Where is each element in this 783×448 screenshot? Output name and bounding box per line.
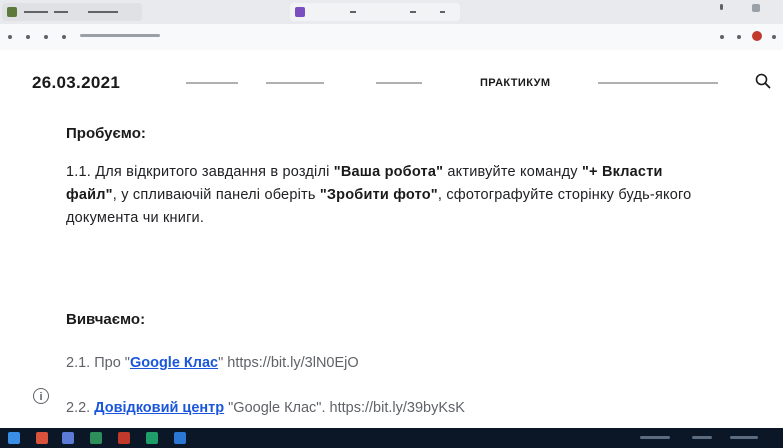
reload-icon[interactable] xyxy=(44,35,48,39)
profile-avatar-icon[interactable] xyxy=(752,31,762,41)
browser-tabstrip xyxy=(0,0,783,24)
resource-line: 2.1. Про "Google Клас" https://bit.ly/3l… xyxy=(66,355,359,371)
page-date: 26.03.2021 xyxy=(32,73,121,92)
instruction-text: , у спливаючій панелі оберіть xyxy=(112,187,320,203)
tab-title-placeholder xyxy=(88,11,118,13)
nav-item[interactable] xyxy=(376,77,422,89)
maximize-icon[interactable] xyxy=(752,4,760,12)
resource-line: 2.2. Довідковий центр "Google Клас". htt… xyxy=(66,400,465,416)
url-field[interactable] xyxy=(80,34,160,37)
nav-item[interactable] xyxy=(186,77,238,89)
tab-title-placeholder xyxy=(54,11,68,13)
home-icon[interactable] xyxy=(62,35,66,39)
instruction-text: 1.1. Для відкритого завдання в розділі xyxy=(66,164,334,180)
clock[interactable] xyxy=(730,436,758,439)
app-icon[interactable] xyxy=(146,432,158,444)
site-favicon-icon xyxy=(7,7,17,17)
site-header: 26.03.2021 ПРАКТИКУМ xyxy=(0,50,783,108)
search-icon[interactable] xyxy=(754,72,772,90)
google-classroom-link[interactable]: Google Клас xyxy=(130,355,218,371)
nav-item[interactable] xyxy=(598,77,718,89)
minimize-icon[interactable] xyxy=(720,4,723,10)
chrome-icon[interactable] xyxy=(90,432,102,444)
task-view-icon[interactable] xyxy=(62,432,74,444)
forward-icon[interactable] xyxy=(26,35,30,39)
info-icon[interactable]: i xyxy=(33,388,49,404)
browser-tab[interactable] xyxy=(290,3,460,21)
extension-icon[interactable] xyxy=(720,35,724,39)
tab-title-placeholder xyxy=(350,11,356,13)
browser-tab-active[interactable] xyxy=(2,3,142,21)
section-heading: Пробуємо: xyxy=(66,125,146,142)
tab-title-placeholder xyxy=(410,11,416,13)
tab-title-placeholder xyxy=(440,11,445,13)
menu-icon[interactable] xyxy=(772,35,776,39)
instruction-paragraph: 1.1. Для відкритого завдання в розділі "… xyxy=(66,161,698,230)
help-center-link[interactable]: Довідковий центр xyxy=(94,400,224,416)
tab-title-placeholder xyxy=(24,11,48,13)
edge-icon[interactable] xyxy=(174,432,186,444)
explorer-icon[interactable] xyxy=(118,432,130,444)
instruction-bold: "Ваша робота" xyxy=(333,164,444,180)
instruction-text: активуйте команду xyxy=(443,164,582,180)
system-tray[interactable] xyxy=(692,436,712,439)
windows-start-icon[interactable] xyxy=(8,432,20,444)
windows-taskbar xyxy=(0,428,783,448)
browser-address-bar xyxy=(0,24,783,51)
nav-item[interactable] xyxy=(266,77,324,89)
system-tray[interactable] xyxy=(640,436,670,439)
tab-favicon-icon xyxy=(295,7,305,17)
section-heading: Вивчаємо: xyxy=(66,311,146,328)
back-icon[interactable] xyxy=(8,35,12,39)
nav-item-practicum[interactable]: ПРАКТИКУМ xyxy=(480,77,550,89)
instruction-bold: "Зробити фото" xyxy=(319,187,438,203)
search-taskbar-icon[interactable] xyxy=(36,432,48,444)
extension-icon[interactable] xyxy=(737,35,741,39)
